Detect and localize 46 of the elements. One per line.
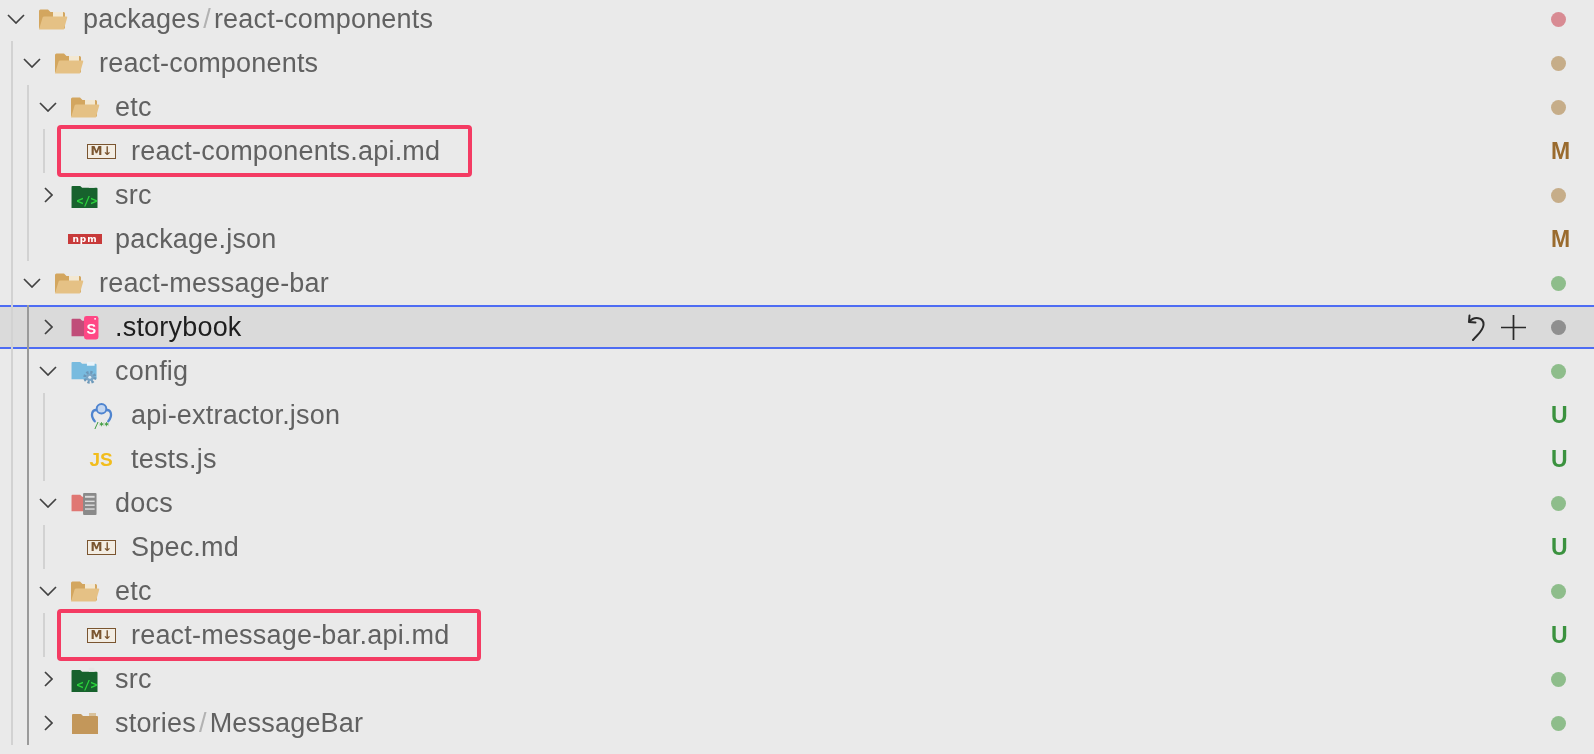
- document-folder-icon: [70, 490, 100, 516]
- git-status-letter: U: [1551, 447, 1568, 471]
- chevron-right-icon[interactable]: [43, 715, 53, 731]
- chevron-right-icon[interactable]: [43, 319, 53, 335]
- chevron-right-icon[interactable]: [43, 187, 53, 203]
- stage-changes-button[interactable]: [1501, 314, 1526, 340]
- file-name[interactable]: package.json: [115, 222, 277, 256]
- chevron-down-icon[interactable]: [39, 586, 57, 596]
- folder-icon: [72, 712, 98, 734]
- folder-name[interactable]: packages/react-components: [83, 2, 434, 36]
- chevron-down-icon[interactable]: [39, 366, 57, 376]
- git-status-letter: U: [1551, 403, 1568, 427]
- file-name[interactable]: tests.js: [131, 442, 217, 476]
- file-name[interactable]: react-message-bar.api.md: [131, 618, 450, 652]
- plus-icon: [1501, 314, 1526, 340]
- undo-icon: [1466, 313, 1486, 341]
- folder-name[interactable]: react-components: [99, 46, 319, 80]
- markdown-icon: M↓: [86, 539, 116, 555]
- folder-name[interactable]: react-message-bar: [99, 266, 329, 300]
- git-status-letter: M: [1551, 139, 1571, 163]
- discard-changes-button[interactable]: [1466, 313, 1486, 341]
- file-name[interactable]: api-extractor.json: [131, 398, 341, 432]
- file-name[interactable]: Spec.md: [131, 530, 239, 564]
- selected-row[interactable]: S .storybook: [0, 305, 1594, 349]
- chevron-down-icon[interactable]: [7, 14, 25, 24]
- folder-name[interactable]: stories/MessageBar: [115, 706, 364, 740]
- folder-name[interactable]: src: [115, 178, 152, 212]
- markdown-icon: M↓: [86, 627, 116, 643]
- markdown-icon: M↓: [86, 143, 116, 159]
- npm-icon: npm: [68, 234, 102, 244]
- folder-name[interactable]: etc: [115, 574, 152, 608]
- folder-name[interactable]: etc: [115, 90, 152, 124]
- git-status-letter: U: [1551, 535, 1568, 559]
- js-icon: JS: [89, 449, 113, 469]
- git-status-letter: U: [1551, 623, 1568, 647]
- chevron-down-icon[interactable]: [23, 278, 41, 288]
- chevron-right-icon[interactable]: [43, 671, 53, 687]
- folder-name[interactable]: .storybook: [115, 310, 242, 344]
- file-name[interactable]: react-components.api.md: [131, 134, 441, 168]
- chevron-down-icon[interactable]: [39, 102, 57, 112]
- folder-name[interactable]: src: [115, 662, 152, 696]
- folder-name[interactable]: config: [115, 354, 189, 388]
- chevron-down-icon[interactable]: [39, 498, 57, 508]
- folder-name[interactable]: docs: [115, 486, 173, 520]
- chevron-down-icon[interactable]: [23, 58, 41, 68]
- git-status-letter: M: [1551, 227, 1571, 251]
